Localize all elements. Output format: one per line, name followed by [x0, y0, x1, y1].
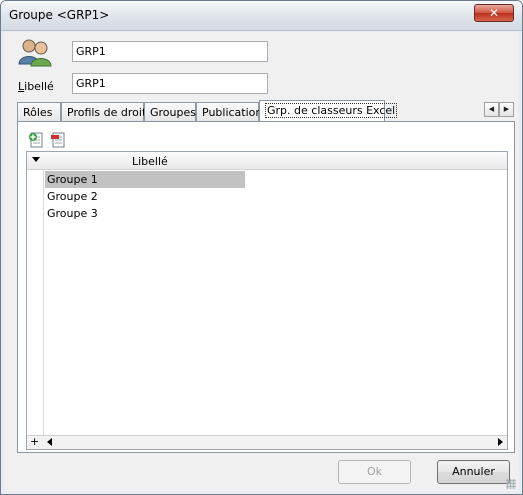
close-button[interactable]: ✕ [474, 4, 514, 22]
tab-groupes[interactable]: Groupes [144, 102, 196, 122]
dialog-content: GRP1 Libellé GRP1 Rôles Profils de droit… [5, 32, 518, 491]
resize-grip-icon[interactable] [506, 479, 516, 489]
delete-item-icon[interactable] [50, 132, 66, 148]
tab-scroll-right-button[interactable]: ▶ [499, 102, 514, 117]
grid-header: Libellé [27, 152, 507, 170]
table-row[interactable]: Groupe 1 [45, 171, 245, 188]
scroll-left-icon[interactable] [47, 438, 52, 446]
code-input[interactable]: GRP1 [72, 41, 268, 62]
dialog-window: Groupe <GRP1> ✕ GRP1 Libellé GRP1 Rôles … [0, 0, 523, 495]
add-item-icon[interactable] [28, 132, 44, 148]
table-row[interactable]: Groupe 2 [45, 188, 245, 205]
table-row[interactable]: Groupe 3 [45, 205, 245, 222]
tab-panel: Libellé Groupe 1 Groupe 2 Groupe 3 + [17, 121, 515, 453]
tab-profils-de-droits[interactable]: Profils de droits [61, 102, 152, 122]
title-bar: Groupe <GRP1> ✕ [1, 1, 522, 31]
column-header-libelle[interactable]: Libellé [132, 155, 168, 168]
ok-button[interactable]: Ok [338, 460, 411, 484]
add-row-button[interactable]: + [30, 435, 39, 448]
tab-publication[interactable]: Publication [196, 102, 262, 122]
tab-grp-classeurs-excel[interactable]: Grp. de classeurs Excel [259, 100, 398, 122]
group-users-icon [18, 39, 52, 67]
tab-roles[interactable]: Rôles [17, 102, 61, 122]
row-indicator-column [27, 152, 44, 449]
grid-footer: + [27, 435, 507, 449]
cancel-button[interactable]: Annuler [437, 460, 510, 484]
tab-scroll-left-button[interactable]: ◀ [484, 102, 499, 117]
chevron-down-icon[interactable] [32, 157, 40, 162]
window-title: Groupe <GRP1> [9, 8, 110, 22]
libelle-label: Libellé [18, 80, 54, 93]
scroll-right-icon[interactable] [498, 438, 503, 446]
libelle-input[interactable]: GRP1 [72, 73, 268, 94]
groups-grid[interactable]: Libellé Groupe 1 Groupe 2 Groupe 3 + [26, 151, 508, 450]
